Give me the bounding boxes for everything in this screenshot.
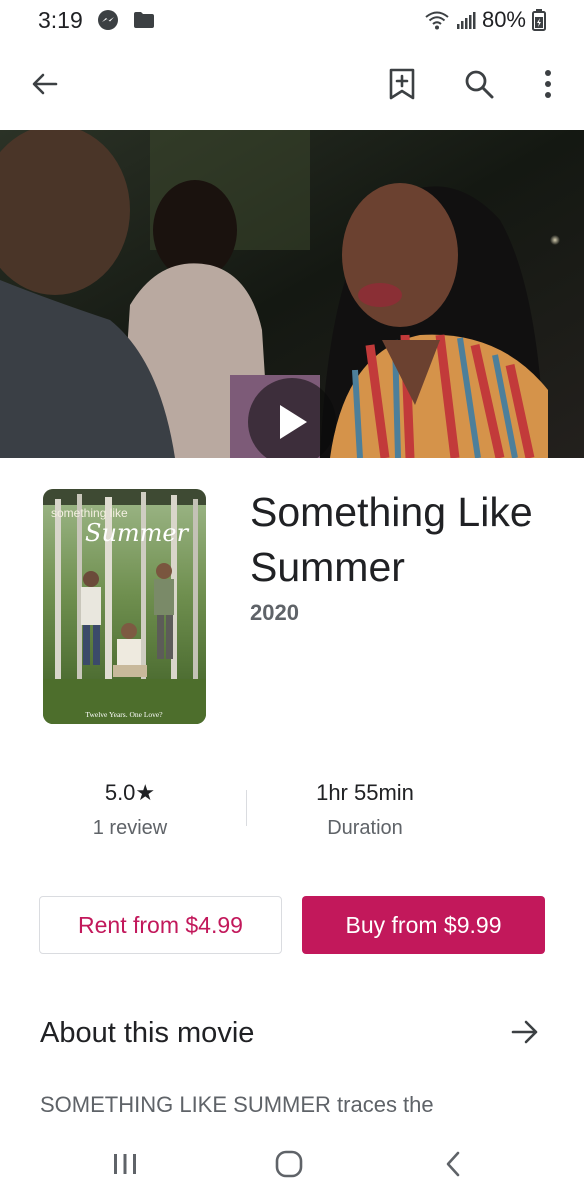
about-section-title[interactable]: About this movie (40, 1017, 254, 1050)
stat-divider (246, 790, 247, 826)
arrow-forward-icon[interactable] (505, 1012, 545, 1052)
home-icon[interactable] (259, 1142, 319, 1186)
rating-value: 5.0★ (104, 780, 156, 805)
add-bookmark-icon[interactable] (378, 60, 426, 108)
more-vert-icon[interactable] (524, 60, 572, 108)
recent-apps-icon[interactable] (95, 1142, 155, 1186)
back-nav-icon[interactable] (423, 1142, 483, 1186)
play-button[interactable] (248, 378, 336, 458)
battery-icon (532, 9, 546, 31)
svg-text:Summer: Summer (85, 519, 190, 547)
status-time: 3:19 (38, 6, 83, 33)
about-description: SOMETHING LIKE SUMMER traces the (40, 1092, 434, 1117)
app-bar (0, 48, 584, 120)
system-nav-bar (0, 1128, 584, 1200)
rating-stat[interactable]: 5.0★ 1 review (60, 779, 200, 841)
duration-value: 1hr 55min (316, 780, 414, 805)
duration-stat: 1hr 55min Duration (290, 779, 440, 841)
movie-title: Something Like Summer (250, 489, 533, 590)
back-arrow-icon[interactable] (21, 60, 69, 108)
signal-icon (456, 10, 476, 30)
movie-year: 2020 (250, 600, 299, 625)
svg-text:something like: something like (51, 506, 128, 520)
star-icon: ★ (135, 780, 156, 805)
wifi-icon (424, 10, 450, 30)
play-icon (280, 405, 307, 439)
rent-button[interactable]: Rent from $4.99 (39, 896, 282, 954)
duration-label: Duration (327, 817, 403, 839)
buy-button[interactable]: Buy from $9.99 (302, 896, 545, 954)
poster-tagline: Twelve Years. One Love? (85, 710, 163, 719)
folder-icon (133, 11, 155, 29)
search-icon[interactable] (455, 60, 503, 108)
battery-percent: 80% (481, 7, 526, 32)
status-bar: 3:19 80% (0, 0, 584, 40)
trailer-video[interactable] (0, 130, 584, 458)
movie-poster: something like Summer Twelve Years. One … (43, 489, 206, 724)
rating-review-count: 1 review (92, 817, 168, 839)
messenger-icon (97, 9, 119, 31)
